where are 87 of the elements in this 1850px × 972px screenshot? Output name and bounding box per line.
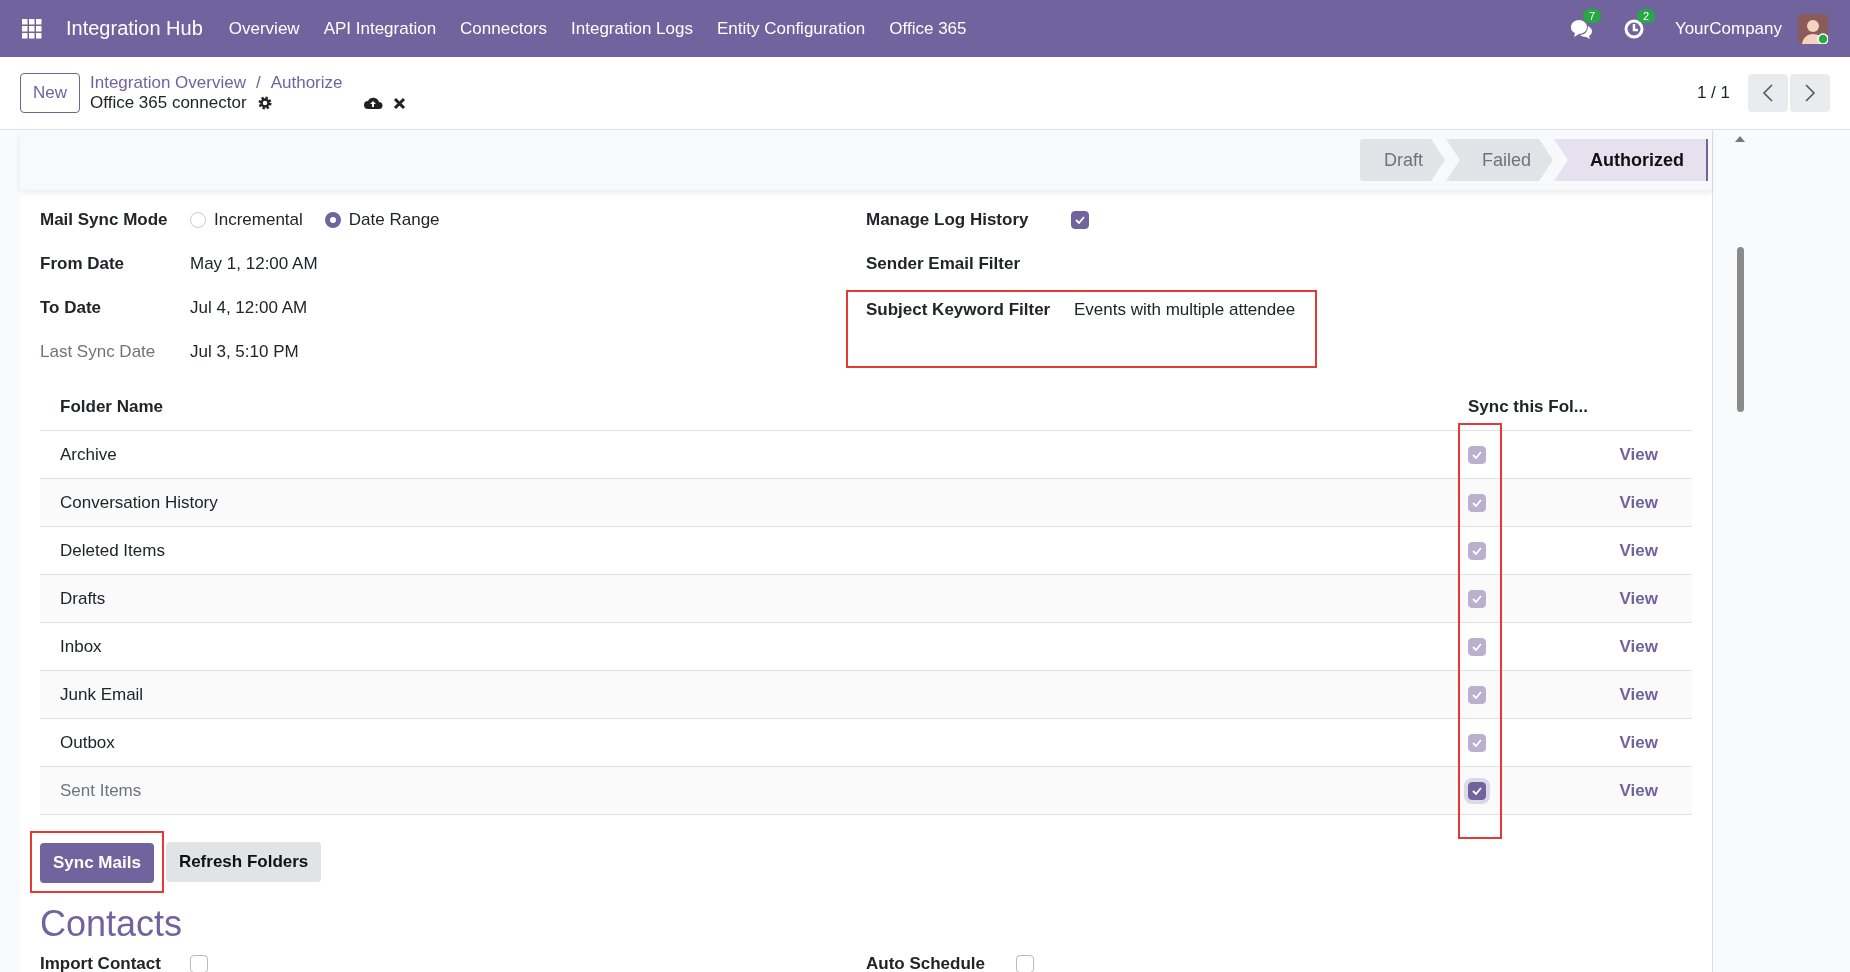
clock-icon[interactable] [1622,17,1645,40]
table-cell-text: Conversation History [59,492,219,513]
checkbox[interactable] [1468,541,1486,560]
checkbox[interactable] [1468,589,1486,608]
view-link[interactable]: View [1557,540,1692,561]
check-icon [1472,546,1482,555]
menu-item[interactable]: API Integration [323,18,437,39]
check-icon [1472,786,1482,795]
menu-item[interactable]: Connectors [460,18,548,39]
checkbox[interactable] [1468,445,1486,464]
field-label: Last Sync Date [40,342,157,362]
view-link[interactable]: View [1557,684,1692,705]
next-button[interactable] [1790,74,1830,112]
menu-item[interactable]: Office 365 [889,18,967,39]
sync-mails-button[interactable]: Sync Mails [40,843,154,883]
message-count-badge: 7 [1582,8,1601,23]
company-name[interactable]: YourCompany [1674,18,1782,39]
checkbox[interactable] [1468,493,1486,512]
app-name[interactable]: Integration Hub [66,17,203,40]
check-icon [1472,642,1482,651]
column-header[interactable]: Sync this Fol... [1452,397,1692,417]
activity-count-badge: 2 [1636,8,1655,23]
table-cell-text: Sent Items [59,780,143,801]
view-link[interactable]: View [1557,636,1692,657]
table-cell-text: Drafts [59,588,107,609]
radio-label[interactable]: Incremental [214,210,303,230]
field-label: Mail Sync Mode [40,210,169,230]
column-header[interactable]: Folder Name [40,397,1452,417]
pager-counter: 1 / 1 [1696,83,1730,103]
breadcrumb-link[interactable]: Authorize [270,73,343,93]
table-cell-text: Junk Email [59,684,145,705]
field-label: Subject Keyword Filter [866,300,1052,320]
refresh-folders-button[interactable]: Refresh Folders [165,842,322,882]
table-cell-text: Outbox [59,732,116,753]
table-cell-text: Archive [59,444,118,465]
close-icon[interactable] [392,96,406,110]
field-label: Import Contact [40,954,162,972]
menu-item[interactable]: Entity Configuration [716,18,866,39]
avatar-icon[interactable] [1798,13,1828,44]
view-link[interactable]: View [1557,492,1692,513]
checkbox[interactable] [1071,211,1089,229]
breadcrumb-separator: / [255,73,261,93]
record-title: Office 365 connector [90,93,247,113]
date-value[interactable]: Jul 4, 12:00 AM [190,298,308,318]
checkbox[interactable] [1468,637,1486,656]
status-stage[interactable]: Authorized [1554,139,1708,181]
status-stage[interactable]: Draft [1359,139,1445,181]
section-title: Contacts [40,903,184,945]
chevron-right-icon [1804,84,1816,102]
checkbox[interactable] [1468,685,1486,704]
field-label: To Date [40,298,103,318]
date-value[interactable]: May 1, 12:00 AM [190,254,318,274]
menu-item[interactable]: Integration Logs [571,18,693,39]
checkbox[interactable] [1468,733,1486,752]
apps-menu-icon[interactable] [22,18,42,39]
date-value: Jul 3, 5:10 PM [190,342,299,362]
field-label: Auto Schedule [866,954,986,972]
view-link[interactable]: View [1557,588,1692,609]
view-link[interactable]: View [1557,780,1692,801]
view-link[interactable]: View [1557,732,1692,753]
check-icon [1075,216,1085,224]
check-icon [1472,594,1482,603]
breadcrumb-link[interactable]: Integration Overview [90,73,246,93]
view-link[interactable]: View [1557,444,1692,465]
menu-item[interactable]: Overview [228,18,300,39]
filter-value[interactable]: Events with multiple attendee [1074,300,1296,320]
field-label: Manage Log History [866,210,1030,230]
field-label: Sender Email Filter [866,254,1021,274]
new-button[interactable]: New [20,73,80,113]
scroll-up-icon[interactable] [1735,136,1745,142]
check-icon [1472,450,1482,459]
field-label: From Date [40,254,126,274]
status-stage[interactable]: Failed [1445,139,1553,181]
previous-button[interactable] [1748,74,1788,112]
table-cell-text: Inbox [59,636,103,657]
chevron-left-icon [1762,84,1774,102]
table-cell-text: Deleted Items [59,540,166,561]
check-icon [1472,690,1482,699]
checkbox[interactable] [1016,955,1034,972]
checkbox[interactable] [190,955,208,972]
check-icon [1472,498,1482,507]
radio-button[interactable] [324,212,341,228]
check-icon [1472,738,1482,747]
scrollbar-thumb[interactable] [1736,247,1744,412]
radio-label[interactable]: Date Range [348,210,440,230]
cloud-upload-icon[interactable] [362,95,383,111]
settings-icon[interactable] [256,95,273,111]
